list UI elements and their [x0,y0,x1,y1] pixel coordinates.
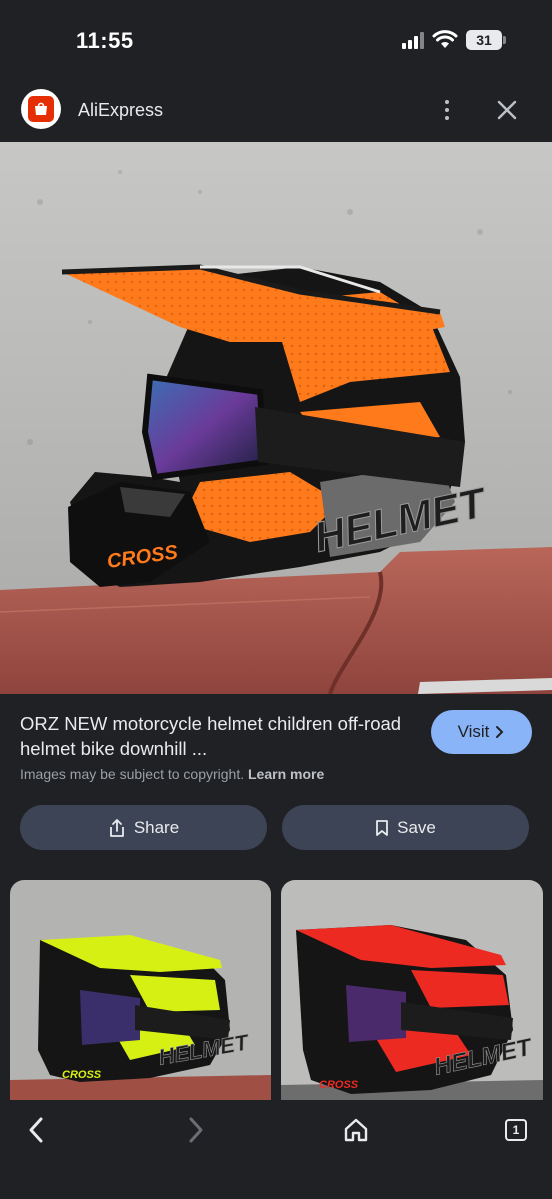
tab-count: 1 [505,1119,527,1141]
chevron-right-icon [189,1117,203,1143]
save-button[interactable]: Save [282,805,529,850]
tabs-button[interactable]: 1 [496,1112,536,1148]
copyright-notice: Images may be subject to copyright. Lear… [20,766,324,782]
hero-image[interactable]: CROSS HELMET [0,142,552,694]
battery-icon: 31 [466,30,506,50]
save-label: Save [397,817,436,837]
thumbnail-brand-text: CROSS [319,1079,359,1091]
back-button[interactable] [16,1112,56,1148]
thumbnail-brand-text: CROSS [62,1069,102,1081]
share-button[interactable]: Share [20,805,267,850]
screen: 11:55 31 AliExpress CROSS HELMET ORZ NEW… [0,0,552,1199]
result-title[interactable]: ORZ NEW motorcycle helmet children off-r… [20,711,415,761]
home-button[interactable] [336,1112,376,1148]
learn-more-link[interactable]: Learn more [248,766,324,782]
share-icon [109,818,124,837]
wifi-icon [432,30,458,48]
bottom-navigation: 1 [0,1100,552,1199]
share-label: Share [133,817,180,837]
visit-button[interactable]: Visit [431,710,532,754]
signal-icon [402,31,424,49]
related-image-thumbnail[interactable]: CROSS HELMET [10,880,271,1102]
status-time: 11:55 [76,28,134,53]
chevron-right-icon [496,726,504,738]
status-bar: 11:55 31 [0,0,552,80]
related-image-thumbnail[interactable]: CROSS HELMET [281,880,543,1102]
bookmark-icon [376,819,389,836]
aliexpress-logo-icon [21,89,61,129]
status-icons: 31 [402,30,506,50]
app-title: AliExpress [78,100,164,120]
visit-label: Visit [457,722,490,741]
close-icon[interactable] [494,97,520,123]
forward-button[interactable] [176,1112,216,1148]
app-header: AliExpress [0,80,552,142]
home-icon [344,1118,368,1142]
more-options-icon[interactable] [436,96,458,124]
copyright-text: Images may be subject to copyright. [20,766,245,782]
chevron-left-icon [29,1117,43,1143]
